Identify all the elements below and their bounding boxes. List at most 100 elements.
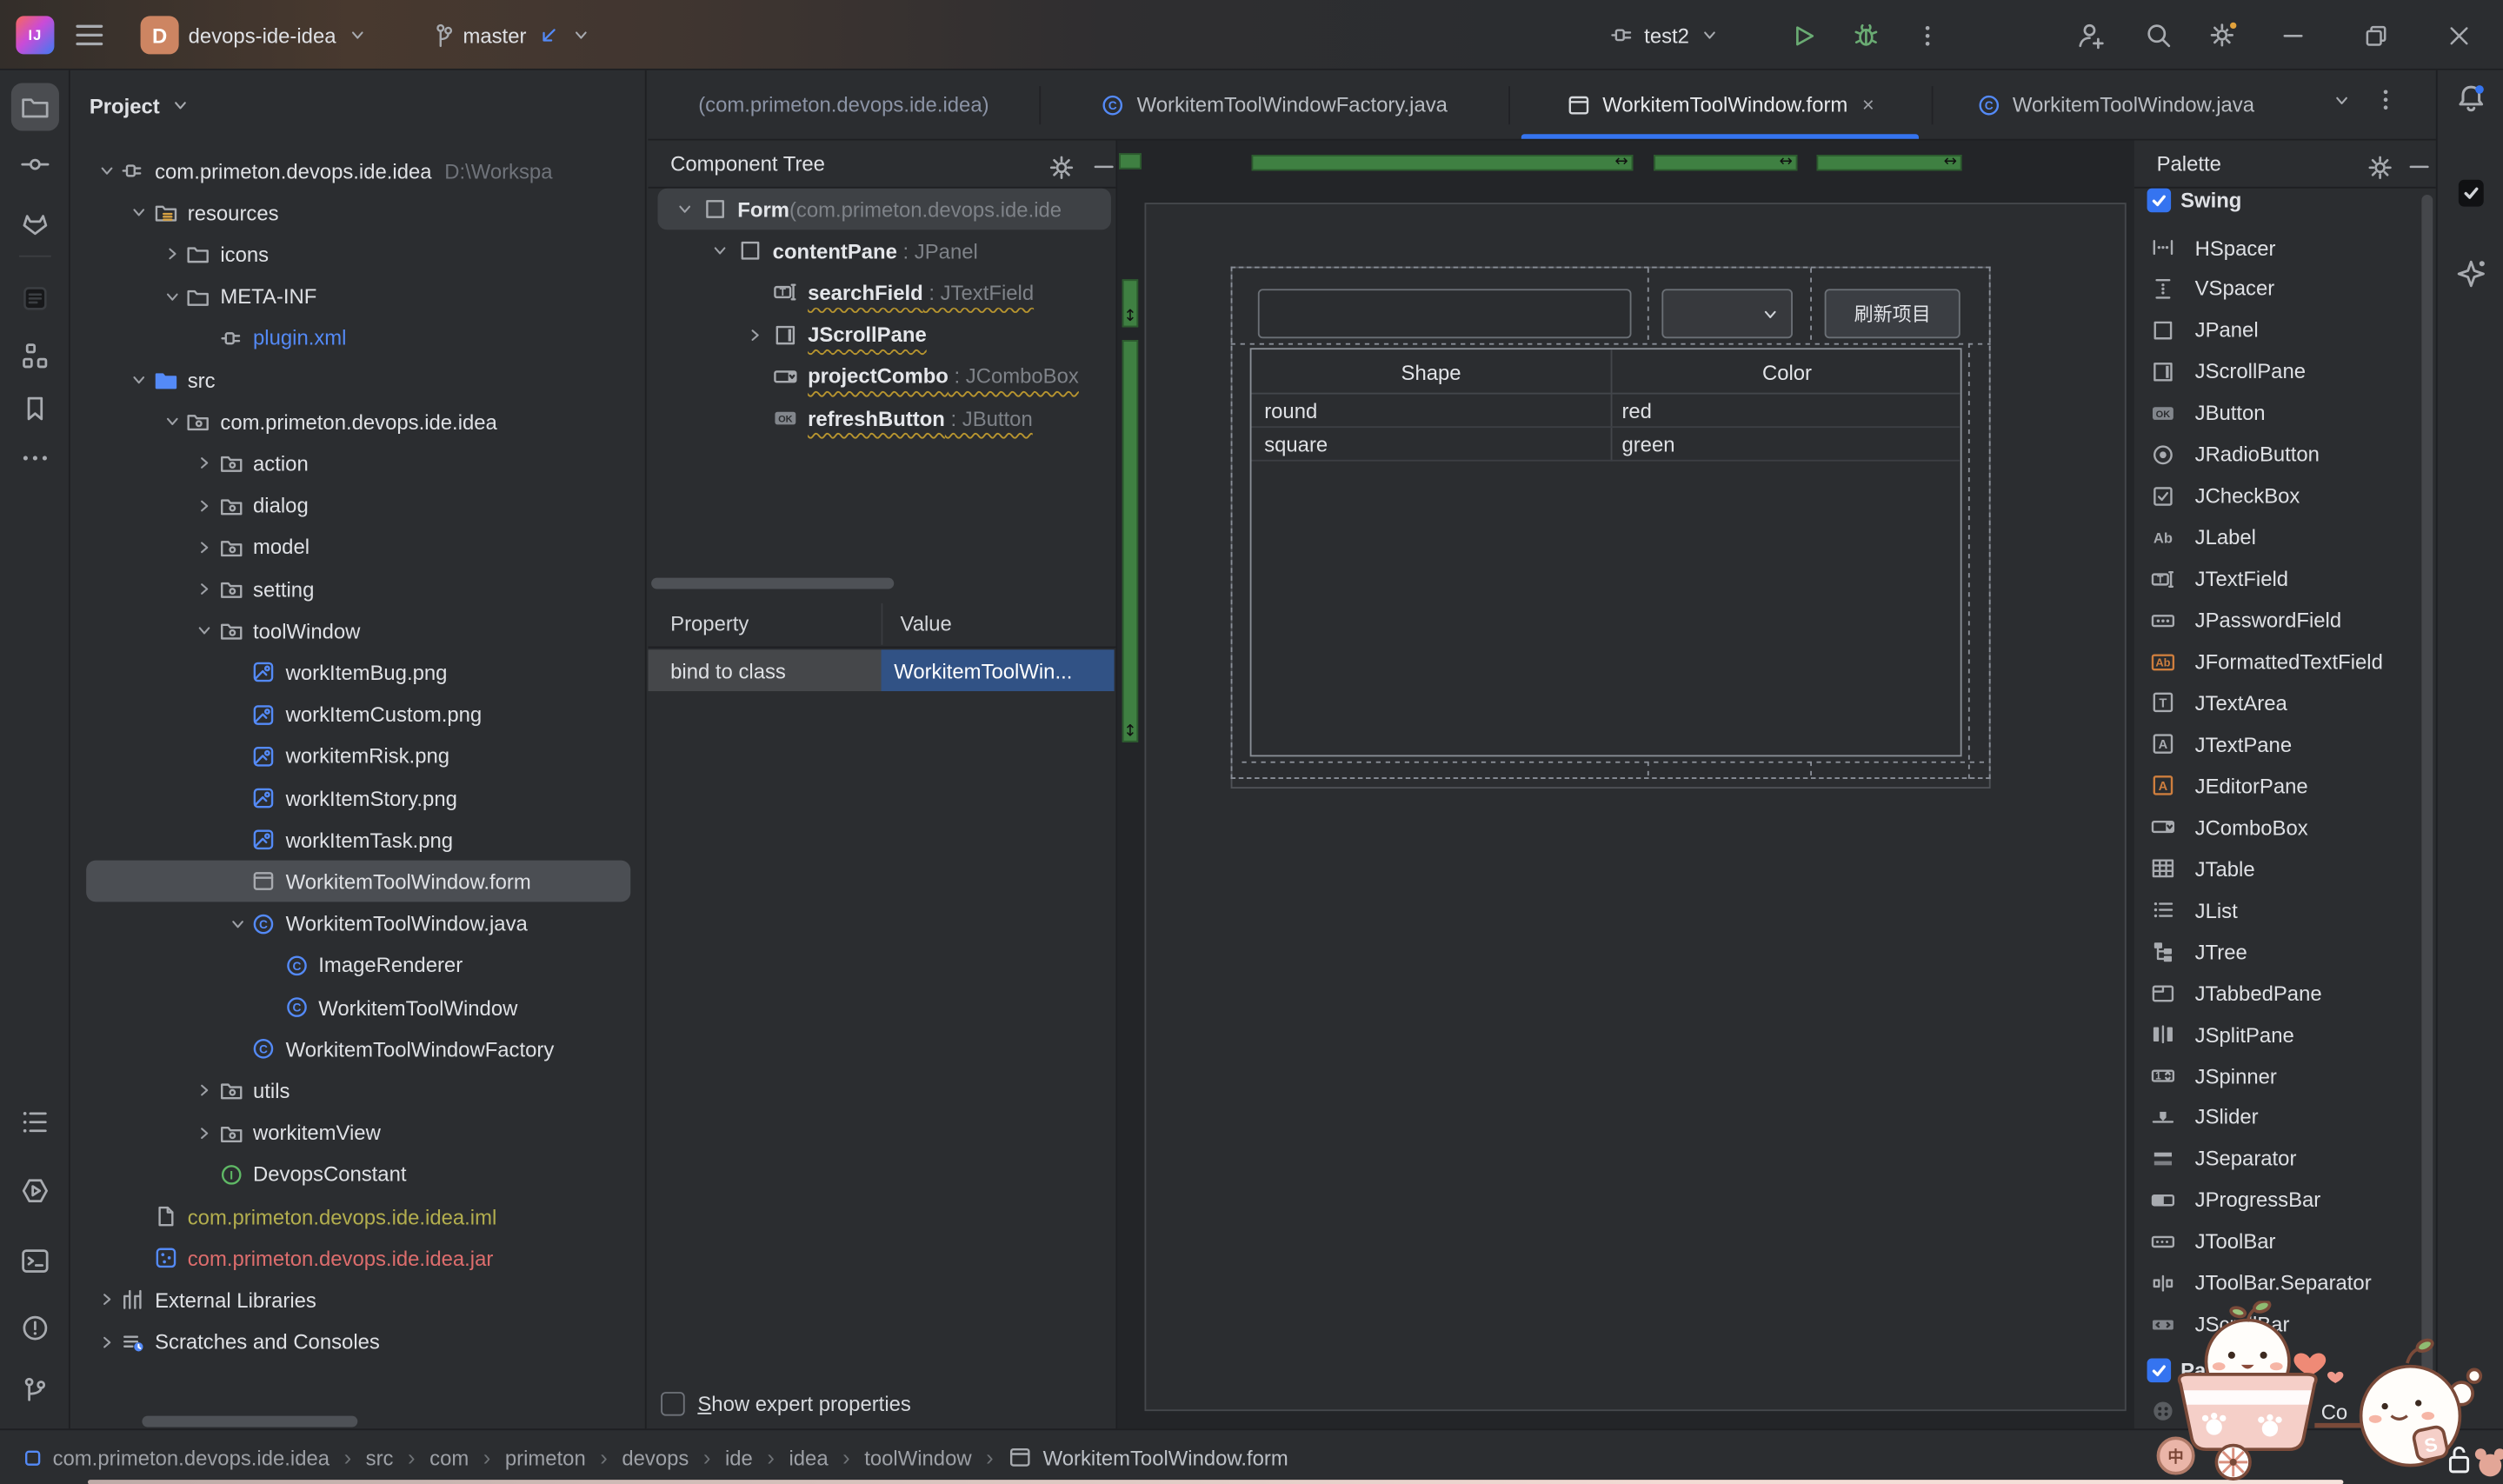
show-expert-properties-checkbox[interactable]: Show expert properties [661, 1392, 911, 1416]
palette-item-JRadioButton[interactable]: JRadioButton [2134, 434, 2436, 476]
palette-group-Swing[interactable]: Swing [2134, 179, 2436, 221]
project-widget[interactable]: D devops-ide-idea [141, 0, 369, 70]
project-tree-item-dialog[interactable]: dialog [70, 484, 645, 526]
component-tree-item-contentPane[interactable]: contentPane : JPanel [648, 230, 1115, 272]
editor-tab-WorkitemToolWindow.form[interactable]: WorkitemToolWindow.form× [1508, 70, 1932, 139]
close-button[interactable] [2446, 0, 2473, 70]
breadcrumb-primeton[interactable]: primeton [505, 1446, 586, 1470]
palette-item-JButton[interactable]: OKJButton [2134, 392, 2436, 434]
designed-refresh-button[interactable]: 刷新项目 [1825, 289, 1960, 338]
project-tree-item-External-Libraries[interactable]: External Libraries [70, 1279, 645, 1321]
editor-tab-WorkitemToolWindowFactory.java[interactable]: CWorkitemToolWindowFactory.java [1039, 70, 1508, 139]
commit-button[interactable] [11, 141, 59, 189]
component-tree-item-Form[interactable]: Form (com.primeton.devops.ide.ide [648, 189, 1115, 230]
project-tree-item-utils[interactable]: utils [70, 1070, 645, 1112]
designed-project-combo[interactable] [1661, 289, 1793, 338]
project-tree-item-plugin.xml[interactable]: plugin.xml [70, 317, 645, 359]
project-tree-item-WorkitemToolWindow.form[interactable]: WorkitemToolWindow.form [70, 861, 645, 902]
todo-button[interactable] [11, 1098, 59, 1146]
project-tree-item-workItemCustom.png[interactable]: workItemCustom.png [70, 694, 645, 735]
project-horizontal-scrollbar[interactable] [142, 1416, 357, 1427]
palette-item-JLabel[interactable]: AbJLabel [2134, 516, 2436, 558]
editor-tab-WorkitemToolWindow.java[interactable]: CWorkitemToolWindow.java [1932, 70, 2299, 139]
component-tree-item-projectCombo[interactable]: projectCombo : JComboBox [648, 356, 1115, 397]
project-tree-item-DevopsConstant[interactable]: IDevopsConstant [70, 1154, 645, 1195]
palette-item-JEditorPane[interactable]: AJEditorPane [2134, 765, 2436, 807]
breadcrumb-idea[interactable]: idea [789, 1446, 828, 1470]
project-tree-item-com.primeton.devops.ide.idea.jar[interactable]: com.primeton.devops.ide.idea.jar [70, 1237, 645, 1279]
chevron-down-icon[interactable] [170, 94, 192, 116]
tab-close-icon[interactable]: × [1862, 92, 1874, 116]
kebab-icon[interactable] [2372, 86, 2399, 113]
palette-group-Pa[interactable]: Pa [2134, 1349, 2436, 1391]
project-tree-item-WorkitemToolWindow.java[interactable]: CWorkitemToolWindow.java [70, 902, 645, 944]
project-tree-item-toolWindow[interactable]: toolWindow [70, 610, 645, 652]
breadcrumb-devops[interactable]: devops [622, 1446, 689, 1470]
project-tree-item-com.primeton.devops.ide.idea.iml[interactable]: com.primeton.devops.ide.idea.iml [70, 1195, 645, 1237]
project-tree-item-com.primeton.devops.ide.idea[interactable]: com.primeton.devops.ide.idea [70, 401, 645, 443]
breadcrumb-com.primeton.devops.ide.idea[interactable]: com.primeton.devops.ide.idea [23, 1446, 330, 1470]
palette-item-JScrollPane[interactable]: JScrollPane [2134, 351, 2436, 393]
palette-item-JTextField[interactable]: TJTextField [2134, 558, 2436, 600]
vcs-widget[interactable]: master [428, 0, 592, 70]
project-tree-item-WorkitemToolWindow[interactable]: CWorkitemToolWindow [70, 987, 645, 1028]
palette-item-JComboBox[interactable]: JComboBox [2134, 807, 2436, 848]
project-tree-item-ImageRenderer[interactable]: CImageRenderer [70, 945, 645, 987]
project-tree-item-workItemTask.png[interactable]: workItemTask.png [70, 819, 645, 861]
palette-item-JPasswordField[interactable]: JPasswordField [2134, 600, 2436, 642]
hide-icon[interactable] [1090, 153, 1117, 180]
hide-icon[interactable] [2406, 153, 2433, 180]
project-tree-item-icons[interactable]: icons [70, 234, 645, 276]
palette-item-JTabbedPane[interactable]: JTabbedPane [2134, 972, 2436, 1014]
gitlab-button[interactable] [11, 200, 59, 248]
component-tree-scrollbar[interactable] [651, 578, 894, 589]
palette-item-JList[interactable]: JList [2134, 889, 2436, 931]
palette-item-JTextPane[interactable]: AJTextPane [2134, 723, 2436, 765]
terminal-button[interactable] [11, 1237, 59, 1285]
table-row[interactable]: roundred [1252, 395, 1960, 429]
bookmarks-button[interactable] [11, 385, 59, 433]
project-tree-item-Scratches-and-Consoles[interactable]: Scratches and Consoles [70, 1321, 645, 1363]
palette-item-JPanel[interactable]: JPanel [2134, 309, 2436, 351]
palette-item-JSeparator[interactable]: JSeparator [2134, 1138, 2436, 1180]
run-configuration-widget[interactable]: test2 [1609, 0, 1721, 70]
palette-item-JCheckBox[interactable]: JCheckBox [2134, 476, 2436, 517]
code-with-me-button[interactable] [2075, 0, 2104, 70]
table-column-header-Shape[interactable]: Shape [1252, 349, 1611, 394]
palette-partial-item[interactable]: Co [2134, 1390, 2436, 1428]
palette-item-JProgressBar[interactable]: JProgressBar [2134, 1180, 2436, 1221]
notifications-button[interactable] [2449, 77, 2493, 121]
property-value-cell[interactable]: WorkitemToolWin... [882, 649, 1115, 691]
property-row[interactable]: bind to class WorkitemToolWin... [648, 649, 1115, 691]
palette-item-JTextArea[interactable]: TJTextArea [2134, 682, 2436, 724]
designer-row-header[interactable]: ↕ [1122, 340, 1138, 742]
palette-item-JScrollBar[interactable]: JScrollBar [2134, 1304, 2436, 1346]
project-tree-item-com.primeton.devops.ide.idea[interactable]: com.primeton.devops.ide.ideaD:\Workspa [70, 150, 645, 192]
palette-item-JTable[interactable]: JTable [2134, 848, 2436, 889]
main-menu-button[interactable] [73, 0, 105, 70]
settings-button[interactable] [2207, 0, 2236, 70]
editor-tab--com.primeton.devops.ide.idea-[interactable]: (com.primeton.devops.ide.idea) [648, 70, 1039, 139]
component-tree-item-refreshButton[interactable]: OKrefreshButton : JButton [648, 397, 1115, 439]
search-everywhere-button[interactable] [2144, 0, 2173, 70]
notebook-button[interactable] [11, 275, 59, 323]
project-tree-item-META-INF[interactable]: META-INF [70, 276, 645, 317]
run-button[interactable] [1787, 0, 1816, 70]
checklist-button[interactable] [2447, 170, 2495, 217]
table-column-header-Color[interactable]: Color [1611, 349, 1964, 394]
designer-row-header[interactable]: ↕ [1122, 279, 1138, 327]
palette-item-JSplitPane[interactable]: JSplitPane [2134, 1014, 2436, 1055]
designer-column-header[interactable]: ↔ [1252, 155, 1634, 170]
project-folder-button[interactable] [11, 83, 59, 130]
sparkle-button[interactable] [2447, 250, 2495, 298]
gear-icon[interactable] [1047, 153, 1075, 182]
form-root-panel[interactable]: 刷新项目 ShapeColorroundredsquaregreen [1144, 203, 2126, 1411]
project-tree-item-setting[interactable]: setting [70, 569, 645, 610]
more-button[interactable] [11, 434, 59, 482]
minimize-button[interactable] [2280, 0, 2307, 70]
chevron-down-icon[interactable] [2331, 86, 2353, 113]
palette-item-JToolBar[interactable]: JToolBar [2134, 1221, 2436, 1262]
project-tree-item-action[interactable]: action [70, 443, 645, 484]
project-tree-item-resources[interactable]: resources [70, 192, 645, 234]
palette-item-JSpinner[interactable]: 1JSpinner [2134, 1055, 2436, 1097]
